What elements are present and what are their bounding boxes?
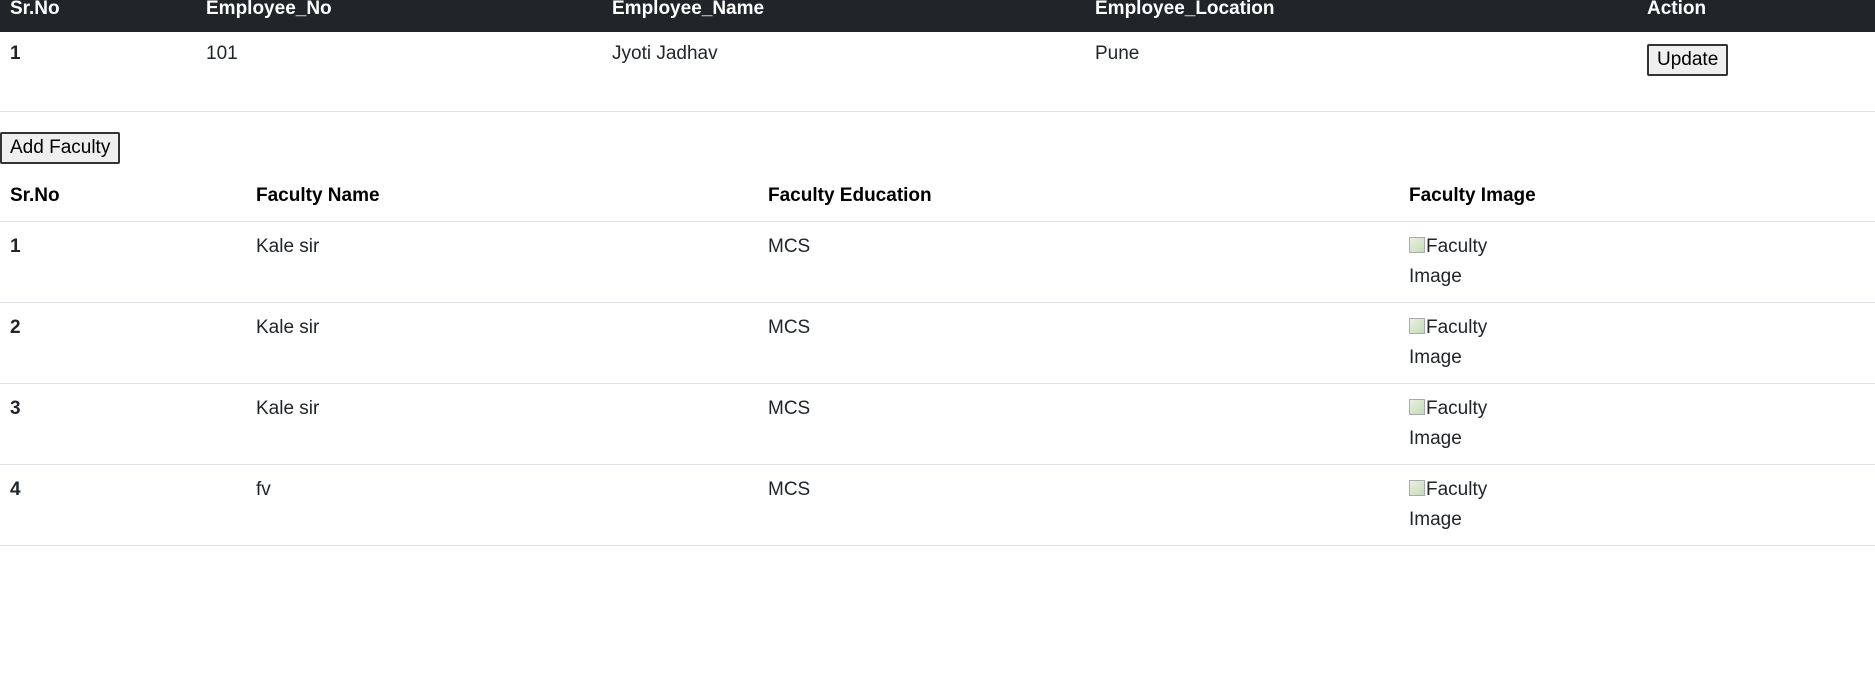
faculty-srno: 2 <box>0 302 246 384</box>
faculty-table: Sr.No Faculty Name Faculty Education Fac… <box>0 173 1875 546</box>
faculty-image: Faculty Image <box>1409 475 1499 535</box>
update-button[interactable]: Update <box>1647 44 1729 76</box>
faculty-image-cell: Faculty Image <box>1399 302 1875 384</box>
faculty-name: Kale sir <box>246 383 758 465</box>
faculty-image: Faculty Image <box>1409 232 1499 292</box>
action-cell: Update <box>1637 32 1875 112</box>
faculty-name: Kale sir <box>246 302 758 384</box>
header-employee-no: Employee_No <box>206 0 332 19</box>
employee-no: 101 <box>196 32 602 112</box>
faculty-image-cell: Faculty Image <box>1399 464 1875 546</box>
broken-image-icon <box>1409 480 1425 496</box>
table-row: 3 Kale sir MCS Faculty Image <box>0 383 1875 465</box>
faculty-image-cell: Faculty Image <box>1399 221 1875 303</box>
header-faculty-education: Faculty Education <box>758 173 1399 222</box>
employee-table-header-row: Sr.No Employee_No Employee_Name Employee… <box>0 0 1875 32</box>
faculty-education: MCS <box>758 302 1399 384</box>
faculty-education: MCS <box>758 464 1399 546</box>
header-action: Action <box>1647 0 1707 19</box>
faculty-education: MCS <box>758 383 1399 465</box>
table-row: 2 Kale sir MCS Faculty Image <box>0 302 1875 384</box>
header-srno: Sr.No <box>0 173 246 222</box>
header-faculty-name: Faculty Name <box>246 173 758 222</box>
broken-image-icon <box>1409 237 1425 253</box>
header-srno: Sr.No <box>10 0 60 19</box>
employee-srno: 1 <box>0 32 196 112</box>
table-row: 4 fv MCS Faculty Image <box>0 464 1875 546</box>
faculty-name: Kale sir <box>246 221 758 303</box>
header-faculty-image: Faculty Image <box>1399 173 1875 222</box>
faculty-image: Faculty Image <box>1409 394 1499 454</box>
faculty-image: Faculty Image <box>1409 313 1499 373</box>
add-faculty-button[interactable]: Add Faculty <box>0 131 121 164</box>
employee-table: Sr.No Employee_No Employee_Name Employee… <box>0 0 1875 112</box>
header-employee-name: Employee_Name <box>612 0 765 19</box>
table-row: 1 Kale sir MCS Faculty Image <box>0 221 1875 303</box>
faculty-table-header-row: Sr.No Faculty Name Faculty Education Fac… <box>0 173 1875 222</box>
broken-image-icon <box>1409 399 1425 415</box>
faculty-srno: 1 <box>0 221 246 303</box>
faculty-education: MCS <box>758 221 1399 303</box>
header-employee-location: Employee_Location <box>1095 0 1275 19</box>
employee-name: Jyoti Jadhav <box>602 32 1085 112</box>
faculty-srno: 4 <box>0 464 246 546</box>
add-faculty-wrapper: Add Faculty <box>0 112 1875 166</box>
faculty-name: fv <box>246 464 758 546</box>
faculty-srno: 3 <box>0 383 246 465</box>
employee-location: Pune <box>1085 32 1637 112</box>
table-row: 1 101 Jyoti Jadhav Pune Update <box>0 32 1875 112</box>
broken-image-icon <box>1409 318 1425 334</box>
faculty-image-cell: Faculty Image <box>1399 383 1875 465</box>
